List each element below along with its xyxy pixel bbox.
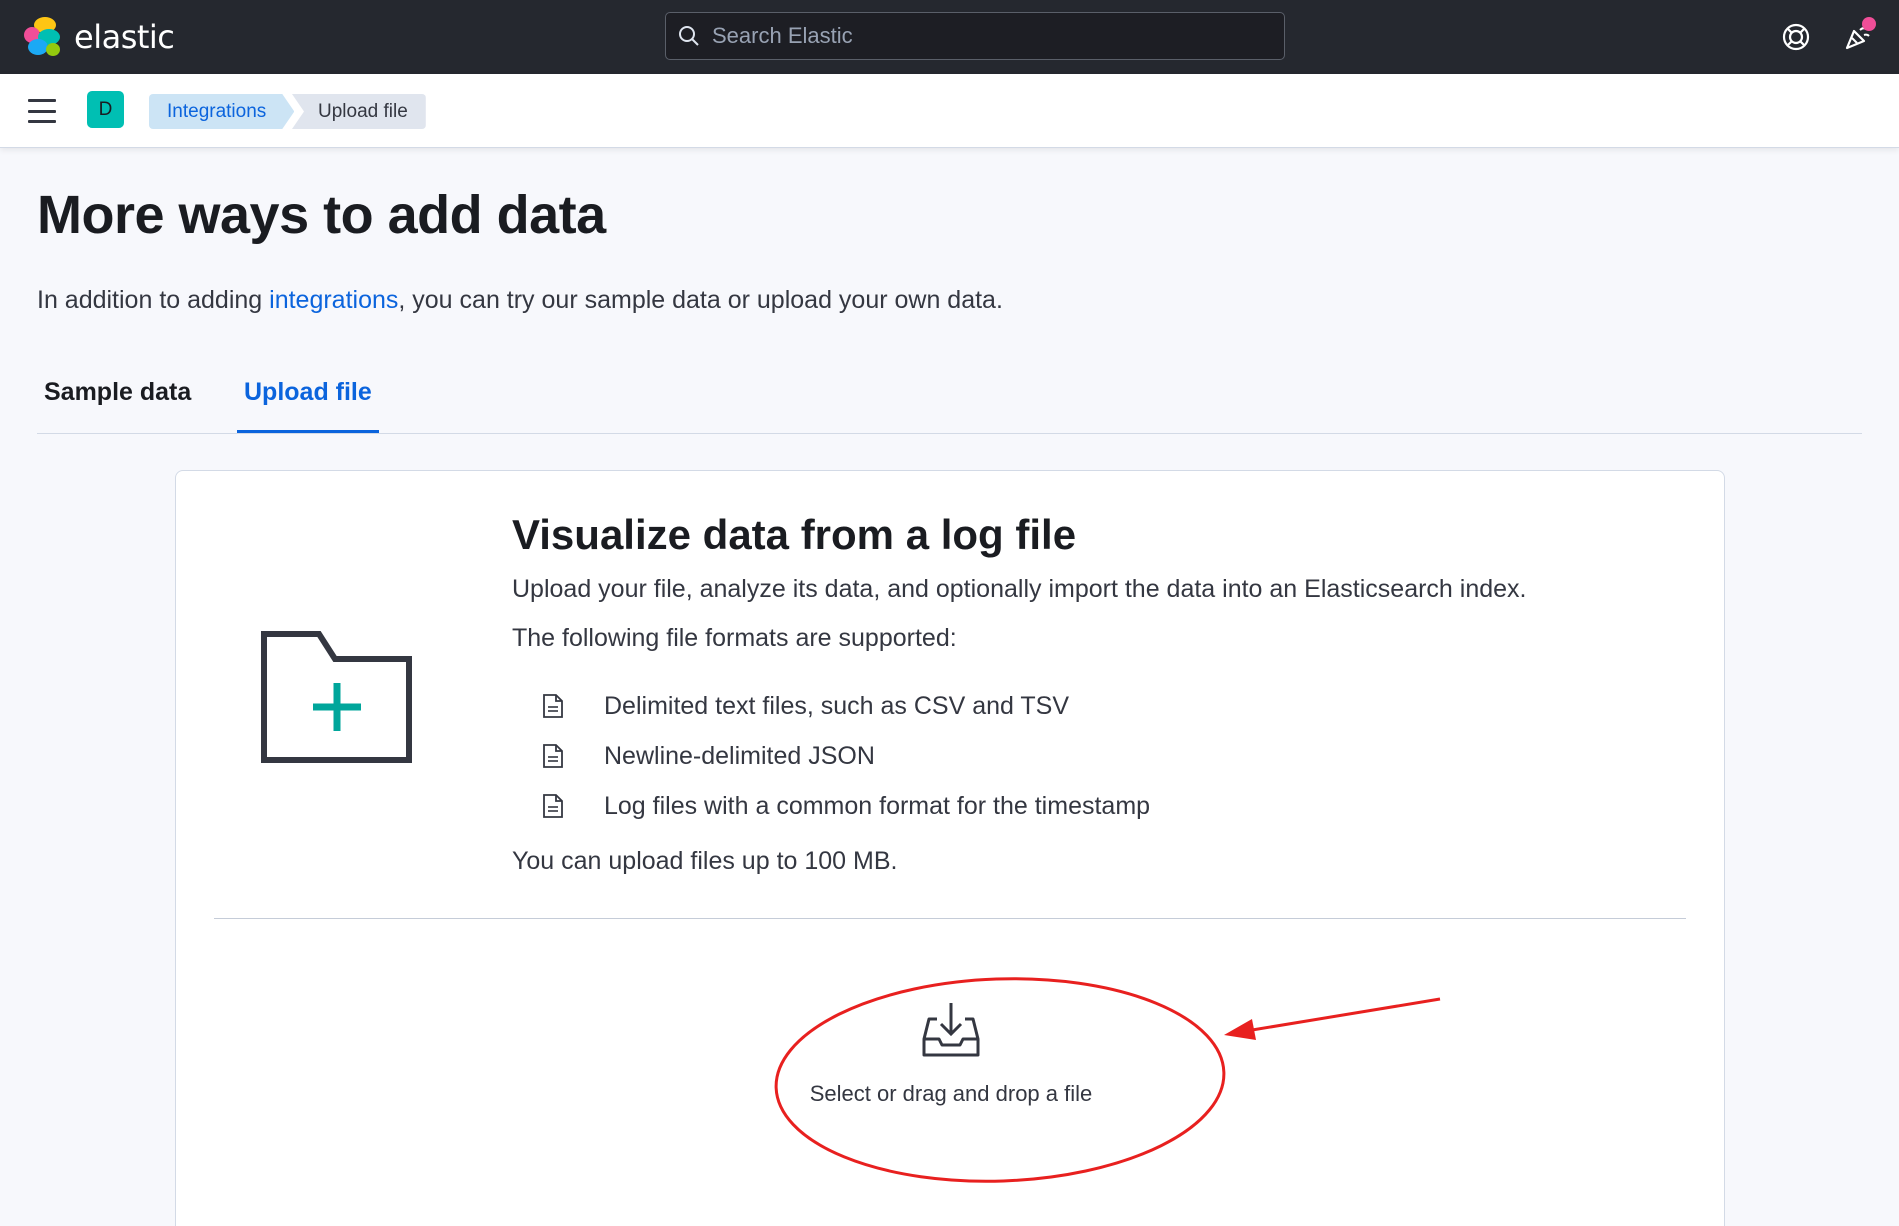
newsfeed-icon[interactable] (1840, 17, 1876, 55)
top-header: elastic (0, 0, 1899, 74)
search-icon (679, 26, 699, 46)
upload-panel: Visualize data from a log file Upload yo… (175, 470, 1725, 1226)
list-item: Delimited text files, such as CSV and TS… (542, 681, 1150, 731)
tab-upload-file[interactable]: Upload file (237, 378, 379, 433)
supported-formats-list: Delimited text files, such as CSV and TS… (542, 681, 1150, 831)
panel-title: Visualize data from a log file (512, 511, 1077, 558)
breadcrumb-upload-file: Upload file (292, 94, 426, 129)
document-icon (542, 793, 572, 819)
integrations-link[interactable]: integrations (269, 286, 398, 314)
search-input[interactable] (712, 23, 1252, 49)
space-avatar[interactable]: D (87, 91, 124, 128)
brand-name: elastic (74, 18, 175, 56)
help-icon[interactable] (1778, 19, 1814, 55)
document-icon (542, 743, 572, 769)
elastic-logo-icon (24, 17, 64, 57)
folder-add-icon (261, 631, 412, 763)
global-search[interactable] (665, 12, 1285, 60)
breadcrumb-bar: D Integrations Upload file (0, 74, 1899, 148)
format-label: Newline-delimited JSON (604, 741, 875, 770)
notification-dot (1862, 17, 1876, 31)
formats-intro: The following file formats are supported… (512, 624, 957, 652)
elastic-logo[interactable]: elastic (24, 17, 175, 57)
tab-bar: Sample data Upload file (37, 370, 1862, 434)
format-label: Log files with a common format for the t… (604, 791, 1151, 820)
list-item: Newline-delimited JSON (542, 731, 1150, 781)
intro-text-after: , you can try our sample data or upload … (398, 286, 1003, 314)
list-item: Log files with a common format for the t… (542, 781, 1150, 831)
menu-icon[interactable] (28, 99, 56, 123)
import-icon (922, 1003, 980, 1057)
breadcrumb-integrations[interactable]: Integrations (149, 94, 294, 129)
format-label: Delimited text files, such as CSV and TS… (604, 691, 1070, 720)
panel-description: Upload your file, analyze its data, and … (512, 575, 1527, 603)
document-icon (542, 693, 572, 719)
panel-divider (214, 918, 1686, 919)
file-size-note: You can upload files up to 100 MB. (512, 847, 898, 875)
tab-sample-data[interactable]: Sample data (37, 378, 198, 433)
intro-text: In addition to adding integrations, you … (37, 286, 1003, 315)
page-title: More ways to add data (37, 185, 606, 245)
intro-text-before: In addition to adding (37, 286, 270, 314)
dropzone-label[interactable]: Select or drag and drop a file (810, 1081, 1093, 1107)
file-dropzone[interactable]: Select or drag and drop a file (776, 1001, 1126, 1141)
